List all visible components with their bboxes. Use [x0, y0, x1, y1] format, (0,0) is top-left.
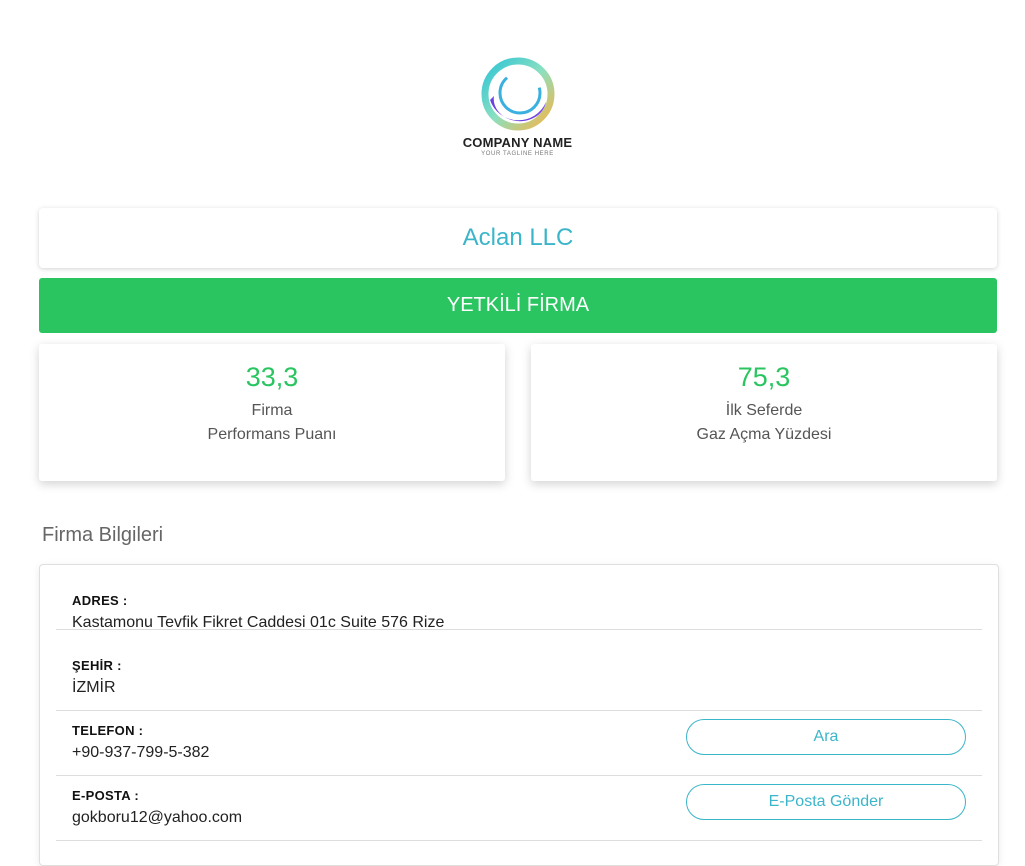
address-value: Kastamonu Tevfik Fikret Caddesi 01c Suit…	[72, 614, 445, 631]
performance-score-card: 33,3 Firma Performans Puanı	[39, 344, 505, 481]
send-email-button[interactable]: E-Posta Gönder	[686, 784, 966, 820]
first-ignition-label: İlk Seferde Gaz Açma Yüzdesi	[531, 399, 997, 447]
first-ignition-label-line1: İlk Seferde	[725, 402, 803, 419]
phone-value: +90-937-799-5-382	[72, 744, 210, 761]
first-ignition-label-line2: Gaz Açma Yüzdesi	[696, 426, 832, 443]
company-logo: COMPANY NAME YOUR TAGLINE HERE	[440, 56, 595, 158]
company-info-card: ADRES : Kastamonu Tevfik Fikret Caddesi …	[39, 564, 999, 866]
performance-score-label-line2: Performans Puanı	[207, 426, 337, 443]
phone-label: TELEFON :	[72, 723, 144, 738]
city-row: ŞEHİR : İZMİR	[56, 646, 982, 711]
city-label: ŞEHİR :	[72, 658, 122, 673]
performance-score-value: 33,3	[245, 362, 299, 392]
logo-swirl-icon	[481, 57, 554, 131]
performance-score-label: Firma Performans Puanı	[39, 399, 505, 447]
first-ignition-value: 75,3	[737, 362, 791, 392]
logo-tagline: YOUR TAGLINE HERE	[481, 151, 554, 157]
city-value: İZMİR	[72, 679, 116, 696]
authorized-badge: YETKİLİ FİRMA	[39, 278, 997, 333]
phone-row: TELEFON : +90-937-799-5-382 Ara	[56, 711, 982, 776]
authorized-label: YETKİLİ FİRMA	[446, 294, 590, 316]
address-row: ADRES : Kastamonu Tevfik Fikret Caddesi …	[56, 565, 982, 631]
call-button[interactable]: Ara	[686, 719, 966, 755]
section-title: Firma Bilgileri	[42, 524, 164, 546]
performance-score-label-line1: Firma	[251, 402, 293, 419]
address-label: ADRES :	[72, 593, 128, 608]
logo-company-name: COMPANY NAME	[462, 135, 573, 150]
company-name-card: Aclan LLC	[39, 208, 997, 268]
email-label: E-POSTA :	[72, 788, 139, 803]
company-name: Aclan LLC	[462, 224, 574, 251]
email-value: gokboru12@yahoo.com	[72, 809, 243, 826]
email-row: E-POSTA : gokboru12@yahoo.com E-Posta Gö…	[56, 776, 982, 841]
first-ignition-card: 75,3 İlk Seferde Gaz Açma Yüzdesi	[531, 344, 997, 481]
